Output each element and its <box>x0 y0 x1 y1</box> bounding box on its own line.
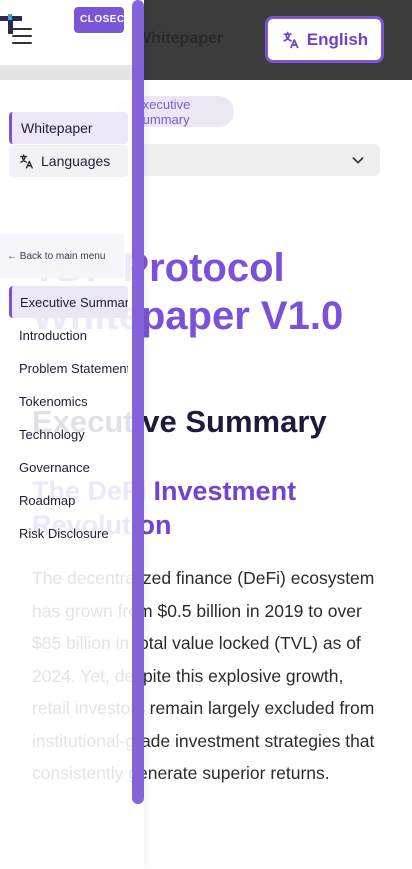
language-button-label: English <box>306 29 369 49</box>
section-link-risk-disclosure[interactable]: Risk Disclosure <box>9 517 128 549</box>
language-button[interactable]: English <box>265 16 384 63</box>
drawer-scrollbar[interactable] <box>132 0 144 804</box>
drawer-item-languages[interactable]: Languages <box>9 145 128 177</box>
section-link-problem-statement[interactable]: Problem Statement <box>9 352 128 384</box>
drawer-item-label: Languages <box>41 153 111 169</box>
back-to-main-menu-link[interactable]: ← Back to main menu <box>0 234 124 278</box>
document-section-select[interactable] <box>120 144 380 176</box>
hamburger-icon[interactable] <box>12 28 32 44</box>
drawer-item-label: Whitepaper <box>21 120 93 136</box>
section-link-technology[interactable]: Technology <box>9 418 128 450</box>
page-header-title: Whitepaper <box>136 30 224 47</box>
chevron-down-icon <box>352 157 364 164</box>
section-link-tokenomics[interactable]: Tokenomics <box>9 385 128 417</box>
breadcrumb-current: Executive Summary <box>134 96 191 127</box>
section-link-governance[interactable]: Governance <box>9 451 128 483</box>
translate-icon <box>20 153 33 169</box>
drawer-header: CLOSECLOSE <box>0 0 144 66</box>
drawer-item-whitepaper[interactable]: Whitepaper <box>9 112 128 144</box>
navigation-drawer: CLOSECLOSE Whitepaper Languages ← Back t… <box>0 0 144 869</box>
brand-logo[interactable]: CLOSECLOSE <box>74 7 124 33</box>
section-link-roadmap[interactable]: Roadmap <box>9 484 128 516</box>
section-link-executive-summary[interactable]: Executive Summary <box>9 286 128 318</box>
translate-icon <box>283 31 299 48</box>
section-link-introduction[interactable]: Introduction <box>9 319 128 351</box>
